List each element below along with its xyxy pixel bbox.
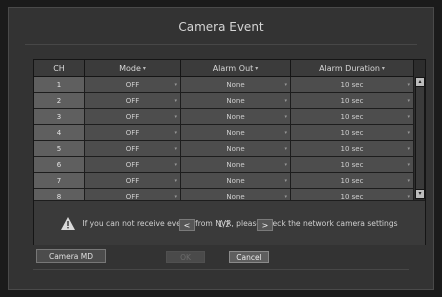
dropdown-arrow-icon: ▾ bbox=[407, 146, 410, 152]
row-channel: 2 bbox=[34, 93, 85, 108]
mode-dropdown[interactable]: OFF ▾ bbox=[85, 77, 181, 92]
table-row: 1 OFF ▾ None ▾ 10 sec ▾ bbox=[34, 77, 414, 93]
dropdown-arrow-icon: ▾ bbox=[284, 98, 287, 104]
prev-page-button[interactable]: < bbox=[179, 219, 195, 231]
sort-icon[interactable]: ▾ bbox=[143, 65, 146, 72]
title-divider bbox=[25, 44, 417, 45]
dropdown-arrow-icon: ▾ bbox=[284, 162, 287, 168]
next-page-button[interactable]: > bbox=[257, 219, 273, 231]
row-channel: 7 bbox=[34, 173, 85, 188]
alarm-out-dropdown[interactable]: None ▾ bbox=[181, 157, 291, 172]
sort-icon[interactable]: ▾ bbox=[382, 65, 385, 72]
row-channel: 6 bbox=[34, 157, 85, 172]
alarm-out-dropdown[interactable]: None ▾ bbox=[181, 173, 291, 188]
header-alarm-out[interactable]: Alarm Out ▾ bbox=[181, 60, 291, 76]
alarm-duration-dropdown[interactable]: 10 sec ▾ bbox=[291, 157, 414, 172]
table-row: 3 OFF ▾ None ▾ 10 sec ▾ bbox=[34, 109, 414, 125]
table-scrollbar[interactable]: ▴ ▾ bbox=[415, 77, 425, 199]
chevron-right-icon: > bbox=[261, 220, 269, 230]
table-row: 2 OFF ▾ None ▾ 10 sec ▾ bbox=[34, 93, 414, 109]
mode-dropdown[interactable]: OFF ▾ bbox=[85, 157, 181, 172]
dropdown-arrow-icon: ▾ bbox=[407, 82, 410, 88]
alarm-duration-dropdown[interactable]: 10 sec ▾ bbox=[291, 93, 414, 108]
table-row: 7 OFF ▾ None ▾ 10 sec ▾ bbox=[34, 173, 414, 189]
dropdown-arrow-icon: ▾ bbox=[284, 178, 287, 184]
row-channel: 3 bbox=[34, 109, 85, 124]
alarm-duration-dropdown[interactable]: 10 sec ▾ bbox=[291, 109, 414, 124]
table-body: 1 OFF ▾ None ▾ 10 sec ▾ 2 OFF ▾ None ▾ 10 sec… bbox=[34, 77, 414, 205]
table-header: CH Mode ▾ Alarm Out ▾ Alarm Duration ▾ bbox=[34, 60, 414, 77]
mode-dropdown[interactable]: OFF ▾ bbox=[85, 109, 181, 124]
camera-event-dialog: Camera Event CH Mode ▾ Alarm Out ▾ Alarm D… bbox=[8, 7, 434, 290]
dropdown-arrow-icon: ▾ bbox=[284, 114, 287, 120]
dropdown-arrow-icon: ▾ bbox=[174, 98, 177, 104]
dropdown-arrow-icon: ▾ bbox=[407, 98, 410, 104]
page-indicator: 1/2 bbox=[218, 220, 231, 229]
table-row: 4 OFF ▾ None ▾ 10 sec ▾ bbox=[34, 125, 414, 141]
alarm-duration-dropdown[interactable]: 10 sec ▾ bbox=[291, 77, 414, 92]
camera-md-button[interactable]: Camera MD bbox=[36, 249, 106, 263]
dropdown-arrow-icon: ▾ bbox=[174, 162, 177, 168]
dropdown-arrow-icon: ▾ bbox=[174, 178, 177, 184]
table-row: 5 OFF ▾ None ▾ 10 sec ▾ bbox=[34, 141, 414, 157]
row-channel: 1 bbox=[34, 77, 85, 92]
alarm-out-dropdown[interactable]: None ▾ bbox=[181, 77, 291, 92]
dropdown-arrow-icon: ▾ bbox=[284, 146, 287, 152]
alarm-duration-dropdown[interactable]: 10 sec ▾ bbox=[291, 125, 414, 140]
dropdown-arrow-icon: ▾ bbox=[174, 146, 177, 152]
warning-triangle-icon bbox=[61, 216, 76, 230]
dropdown-arrow-icon: ▾ bbox=[407, 162, 410, 168]
mode-dropdown[interactable]: OFF ▾ bbox=[85, 141, 181, 156]
dropdown-arrow-icon: ▾ bbox=[174, 82, 177, 88]
alarm-duration-dropdown[interactable]: 10 sec ▾ bbox=[291, 141, 414, 156]
dropdown-arrow-icon: ▾ bbox=[284, 82, 287, 88]
alarm-out-dropdown[interactable]: None ▾ bbox=[181, 109, 291, 124]
table-row: 6 OFF ▾ None ▾ 10 sec ▾ bbox=[34, 157, 414, 173]
scroll-track[interactable] bbox=[416, 87, 424, 189]
mode-dropdown[interactable]: OFF ▾ bbox=[85, 125, 181, 140]
alarm-out-dropdown[interactable]: None ▾ bbox=[181, 93, 291, 108]
ok-button[interactable]: OK bbox=[166, 251, 205, 263]
alarm-duration-dropdown[interactable]: 10 sec ▾ bbox=[291, 173, 414, 188]
footer-divider bbox=[33, 269, 409, 270]
dropdown-arrow-icon: ▾ bbox=[407, 114, 410, 120]
dropdown-arrow-icon: ▾ bbox=[174, 114, 177, 120]
alarm-out-dropdown[interactable]: None ▾ bbox=[181, 141, 291, 156]
camera-event-table: CH Mode ▾ Alarm Out ▾ Alarm Duration ▾ 1 OF… bbox=[33, 59, 426, 245]
dropdown-arrow-icon: ▾ bbox=[174, 130, 177, 136]
dropdown-arrow-icon: ▾ bbox=[284, 130, 287, 136]
scroll-down-arrow-icon[interactable]: ▾ bbox=[416, 190, 424, 198]
dropdown-arrow-icon: ▾ bbox=[407, 130, 410, 136]
cancel-button[interactable]: Cancel bbox=[229, 251, 269, 263]
scroll-up-arrow-icon[interactable]: ▴ bbox=[416, 78, 424, 86]
notice-text: If you can not receive events from NVR, … bbox=[82, 218, 398, 228]
header-mode[interactable]: Mode ▾ bbox=[85, 60, 181, 76]
alarm-out-dropdown[interactable]: None ▾ bbox=[181, 125, 291, 140]
row-channel: 4 bbox=[34, 125, 85, 140]
dropdown-arrow-icon: ▾ bbox=[407, 178, 410, 184]
dialog-title: Camera Event bbox=[178, 20, 264, 34]
chevron-left-icon: < bbox=[183, 220, 191, 230]
row-channel: 5 bbox=[34, 141, 85, 156]
mode-dropdown[interactable]: OFF ▾ bbox=[85, 93, 181, 108]
mode-dropdown[interactable]: OFF ▾ bbox=[85, 173, 181, 188]
header-ch: CH bbox=[34, 60, 85, 76]
sort-icon[interactable]: ▾ bbox=[255, 65, 258, 72]
header-alarm-duration[interactable]: Alarm Duration ▾ bbox=[291, 60, 414, 76]
